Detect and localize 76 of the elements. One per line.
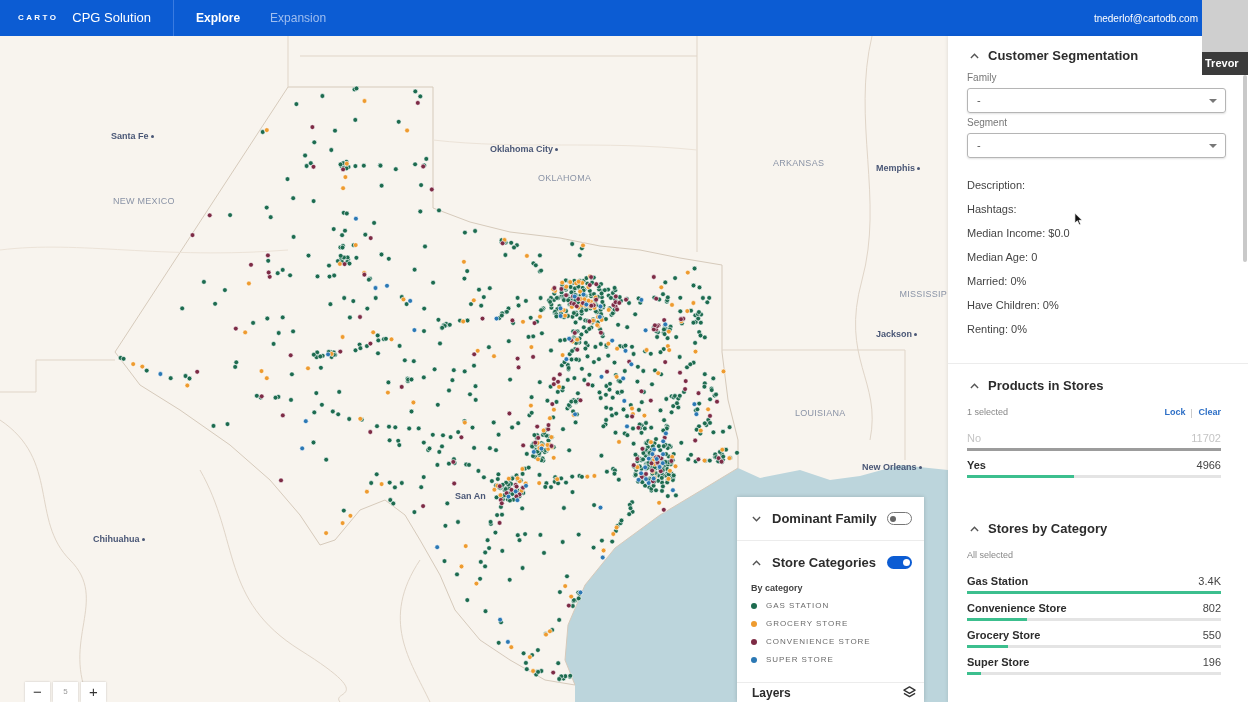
zoom-level: 5 — [53, 682, 78, 702]
dropdown-field[interactable]: - — [967, 88, 1226, 113]
selection-summary: 1 selected — [967, 406, 1009, 420]
stat-text: Median Income: $0.0 — [967, 226, 1070, 241]
stat-text: Median Age: 0 — [967, 250, 1038, 265]
nav-tab[interactable]: Explore — [196, 9, 241, 27]
city-label: San An — [455, 490, 486, 502]
stat-text: Hashtags: — [967, 202, 1017, 217]
legend-subtitle: By category — [751, 582, 803, 594]
legend-section-title[interactable]: Dominant Family — [772, 508, 877, 529]
action-link[interactable]: Lock — [1164, 406, 1186, 420]
state-label: LOUISIANA — [795, 407, 846, 419]
city-marker-icon — [555, 147, 559, 151]
city-marker-icon — [917, 166, 920, 170]
city-label: Chihuahua — [93, 533, 140, 545]
field-label: Segment — [967, 117, 1008, 129]
toggle-switch[interactable] — [887, 512, 912, 525]
section-title[interactable]: Customer Segmentation — [988, 46, 1139, 66]
chevron-up-icon[interactable] — [970, 383, 979, 389]
stat-text: Married: 0% — [967, 274, 1027, 289]
stat-text: Have Children: 0% — [967, 298, 1059, 313]
selection-summary: All selected — [967, 549, 1014, 563]
scrollbar[interactable] — [1243, 75, 1247, 262]
bar-value: 550 — [1202, 627, 1221, 643]
user-email[interactable]: tnederlof@cartodb.com — [1093, 10, 1198, 26]
state-label: OKLAHOMA — [538, 172, 592, 184]
legend-item-label: CONVENIENCE STORE — [766, 636, 871, 648]
layers-title[interactable]: Layers — [752, 683, 791, 702]
city-label: New Orleans — [862, 461, 917, 473]
legend-item-label: GROCERY STORE — [766, 618, 849, 630]
bar-label[interactable]: Convenience Store — [967, 599, 1067, 617]
chevron-up-icon[interactable] — [970, 53, 979, 59]
mouse-pointer-icon — [1074, 212, 1083, 226]
logo[interactable]: CARTO — [18, 12, 59, 24]
field-label: Family — [967, 72, 997, 84]
dropdown-field[interactable]: - — [967, 133, 1226, 158]
bar-value: 3.4K — [1198, 573, 1221, 589]
bar-value: 196 — [1202, 654, 1221, 670]
zoom-in-button[interactable]: + — [81, 682, 106, 702]
bar-value: 11702 — [1191, 430, 1221, 446]
city-label: Santa Fe — [111, 130, 149, 142]
legend-item-label: GAS STATION — [766, 600, 830, 612]
city-marker-icon — [150, 134, 154, 138]
legend-item-label: SUPER STORE — [766, 654, 834, 666]
chevron-up-icon[interactable] — [752, 559, 761, 566]
state-label: MISSISSIP — [899, 288, 947, 300]
chevron-up-icon[interactable] — [970, 526, 979, 532]
stat-text: Renting: 0% — [967, 322, 1027, 337]
bar-label[interactable]: Yes — [967, 456, 986, 474]
section-title[interactable]: Products in Stores — [988, 376, 1104, 396]
stat-text: Description: — [967, 178, 1026, 193]
action-link[interactable]: Clear — [1198, 406, 1221, 420]
app-title: CPG Solution — [72, 9, 152, 28]
legend-section-title[interactable]: Store Categories — [772, 552, 877, 573]
city-label: Oklahoma City — [490, 143, 554, 155]
bar-value: 802 — [1202, 600, 1221, 616]
photo-placeholder — [1202, 0, 1248, 52]
caret-icon — [1209, 143, 1217, 148]
city-marker-icon — [141, 537, 145, 541]
bar-label[interactable]: Gas Station — [967, 572, 1029, 590]
city-marker-icon — [914, 332, 918, 336]
city-marker-icon — [918, 465, 922, 469]
bar-value: 4966 — [1196, 457, 1221, 473]
chevron-down-icon[interactable] — [752, 515, 761, 522]
section-title[interactable]: Stores by Category — [988, 519, 1108, 539]
state-label: ARKANSAS — [773, 157, 825, 169]
caret-icon — [1209, 98, 1217, 103]
bar-label[interactable]: Grocery Store — [967, 626, 1041, 644]
city-label: Jackson — [876, 328, 913, 340]
layers-icon[interactable] — [903, 686, 916, 699]
zoom-out-button[interactable]: − — [25, 682, 50, 702]
bar-label[interactable]: Super Store — [967, 653, 1030, 671]
toggle-switch[interactable] — [887, 556, 912, 569]
state-label: NEW MEXICO — [113, 195, 175, 207]
participant-name: Trevor — [1205, 56, 1239, 72]
city-label: Memphis — [876, 162, 915, 174]
